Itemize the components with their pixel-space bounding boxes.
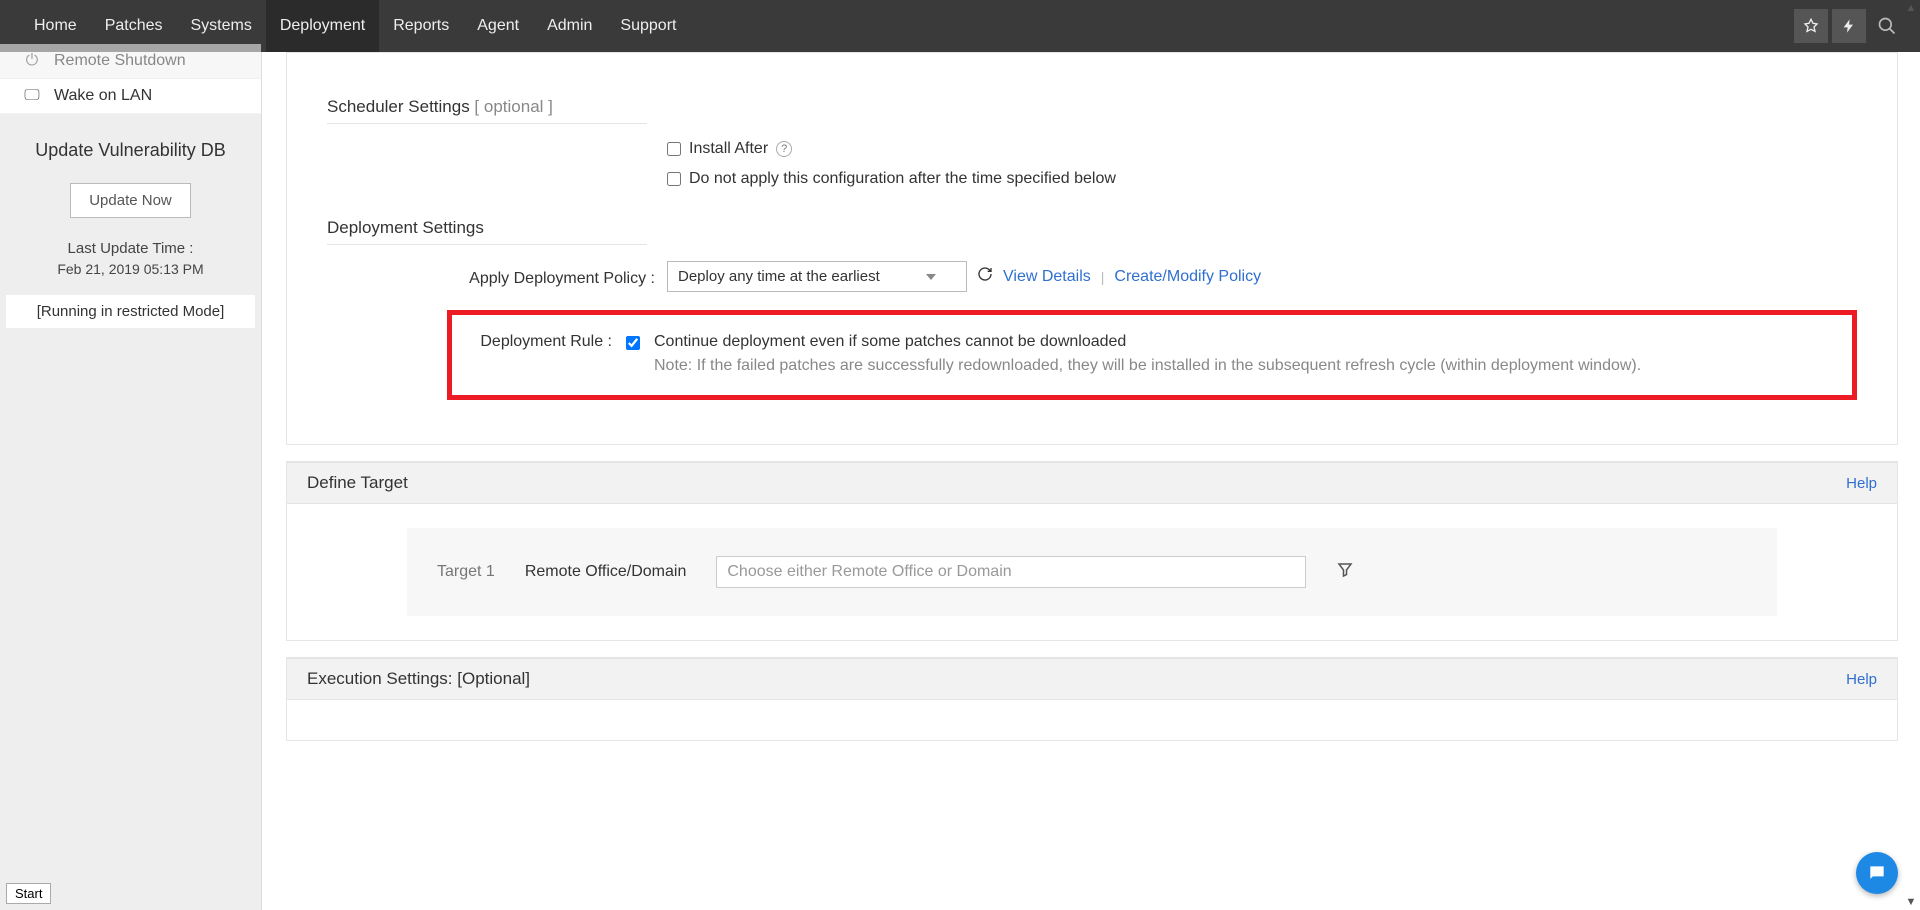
policy-label: Apply Deployment Policy : — [327, 266, 667, 288]
refresh-icon[interactable] — [977, 266, 993, 287]
chat-fab[interactable] — [1856, 852, 1898, 894]
update-now-button[interactable]: Update Now — [70, 183, 191, 218]
do-not-apply-label: Do not apply this configuration after th… — [689, 170, 1116, 188]
filter-icon[interactable] — [1336, 561, 1354, 584]
nav-support[interactable]: Support — [606, 0, 690, 52]
scroll-down-icon[interactable]: ▼ — [1904, 894, 1918, 910]
restricted-mode-badge: [Running in restricted Mode] — [6, 295, 255, 328]
execution-settings-card: Execution Settings: [Optional] Help — [286, 657, 1898, 741]
monitor-icon: 🖵 — [22, 87, 42, 105]
search-icon[interactable] — [1870, 9, 1904, 43]
power-icon: ⏻ — [22, 52, 42, 70]
scroll-indicator: ▲ ▼ — [1904, 0, 1918, 910]
policy-select[interactable]: Deploy any time at the earliest — [667, 261, 967, 292]
target-index-label: Target 1 — [437, 563, 495, 581]
do-not-apply-checkbox[interactable] — [667, 172, 681, 186]
divider: | — [1101, 269, 1105, 285]
nav-deployment[interactable]: Deployment — [266, 0, 379, 52]
deployment-rule-checkbox[interactable] — [626, 336, 640, 350]
deployment-rule-text: Continue deployment even if some patches… — [654, 333, 1832, 351]
scheduler-optional: [ optional ] — [470, 97, 553, 116]
deployment-heading: Deployment Settings — [327, 218, 484, 237]
nav-admin[interactable]: Admin — [533, 0, 606, 52]
last-update-value: Feb 21, 2019 05:13 PM — [0, 261, 261, 295]
start-button[interactable]: Start — [6, 883, 51, 904]
create-modify-policy-link[interactable]: Create/Modify Policy — [1114, 268, 1261, 286]
install-after-checkbox[interactable] — [667, 142, 681, 156]
sidebar-item-label: Remote Shutdown — [54, 52, 186, 70]
nav-agent[interactable]: Agent — [463, 0, 533, 52]
config-card: Scheduler Settings [ optional ] Install … — [286, 52, 1898, 445]
sidebar-vuln-section: Update Vulnerability DB Update Now Last … — [0, 114, 261, 328]
view-details-link[interactable]: View Details — [1003, 268, 1091, 286]
define-target-help-link[interactable]: Help — [1846, 475, 1877, 492]
install-after-label: Install After — [689, 140, 768, 158]
scroll-up-icon[interactable]: ▲ — [1904, 0, 1918, 16]
nav-reports[interactable]: Reports — [379, 0, 463, 52]
sidebar-item-remote-shutdown[interactable]: ⏻ Remote Shutdown — [0, 44, 261, 79]
scheduler-heading: Scheduler Settings — [327, 97, 470, 116]
deployment-rule-label: Deployment Rule : — [472, 333, 612, 351]
main-content: Scheduler Settings [ optional ] Install … — [262, 52, 1920, 910]
target-input[interactable]: Choose either Remote Office or Domain — [716, 556, 1306, 588]
do-not-apply-option[interactable]: Do not apply this configuration after th… — [667, 170, 1116, 188]
sidebar: ⏻ Remote Shutdown 🖵 Wake on LAN Update V… — [0, 52, 262, 910]
help-icon[interactable]: ? — [776, 141, 792, 157]
define-target-heading: Define Target — [307, 473, 408, 493]
lightning-icon[interactable] — [1832, 9, 1866, 43]
policy-select-value: Deploy any time at the earliest — [678, 268, 880, 285]
last-update-label: Last Update Time : — [0, 226, 261, 261]
chevron-down-icon — [926, 274, 936, 280]
sidebar-vuln-heading: Update Vulnerability DB — [0, 126, 261, 175]
execution-settings-heading: Execution Settings: [Optional] — [307, 669, 530, 689]
execution-settings-help-link[interactable]: Help — [1846, 671, 1877, 688]
deployment-rule-highlight: Deployment Rule : Continue deployment ev… — [447, 310, 1857, 400]
define-target-card: Define Target Help Target 1 Remote Offic… — [286, 461, 1898, 641]
target-row: Target 1 Remote Office/Domain Choose eit… — [407, 528, 1777, 616]
top-navigation: Home Patches Systems Deployment Reports … — [0, 0, 1920, 52]
rocket-icon[interactable] — [1794, 9, 1828, 43]
sidebar-item-label: Wake on LAN — [54, 87, 152, 105]
sidebar-item-wake-on-lan[interactable]: 🖵 Wake on LAN — [0, 79, 261, 114]
target-field-label: Remote Office/Domain — [525, 563, 687, 581]
deployment-rule-note: Note: If the failed patches are successf… — [654, 355, 1832, 377]
install-after-option[interactable]: Install After ? — [667, 140, 792, 158]
